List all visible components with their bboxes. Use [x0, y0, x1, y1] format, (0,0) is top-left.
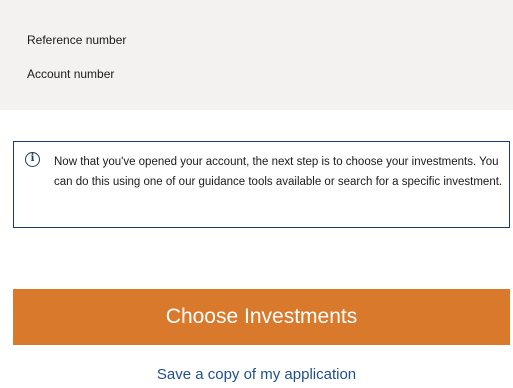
account-number-label: Account number: [27, 67, 115, 81]
reference-number-label: Reference number: [27, 33, 127, 47]
next-step-notice: i Now that you've opened your account, t…: [13, 141, 510, 228]
choose-investments-button[interactable]: Choose Investments: [13, 289, 510, 345]
save-application-link[interactable]: Save a copy of my application: [0, 366, 513, 383]
application-confirmation-page: Reference number Account number i Now th…: [0, 0, 513, 388]
next-step-notice-text: Now that you've opened your account, the…: [54, 156, 503, 188]
info-icon: i: [25, 152, 40, 167]
reference-details-panel: Reference number Account number: [0, 0, 513, 110]
